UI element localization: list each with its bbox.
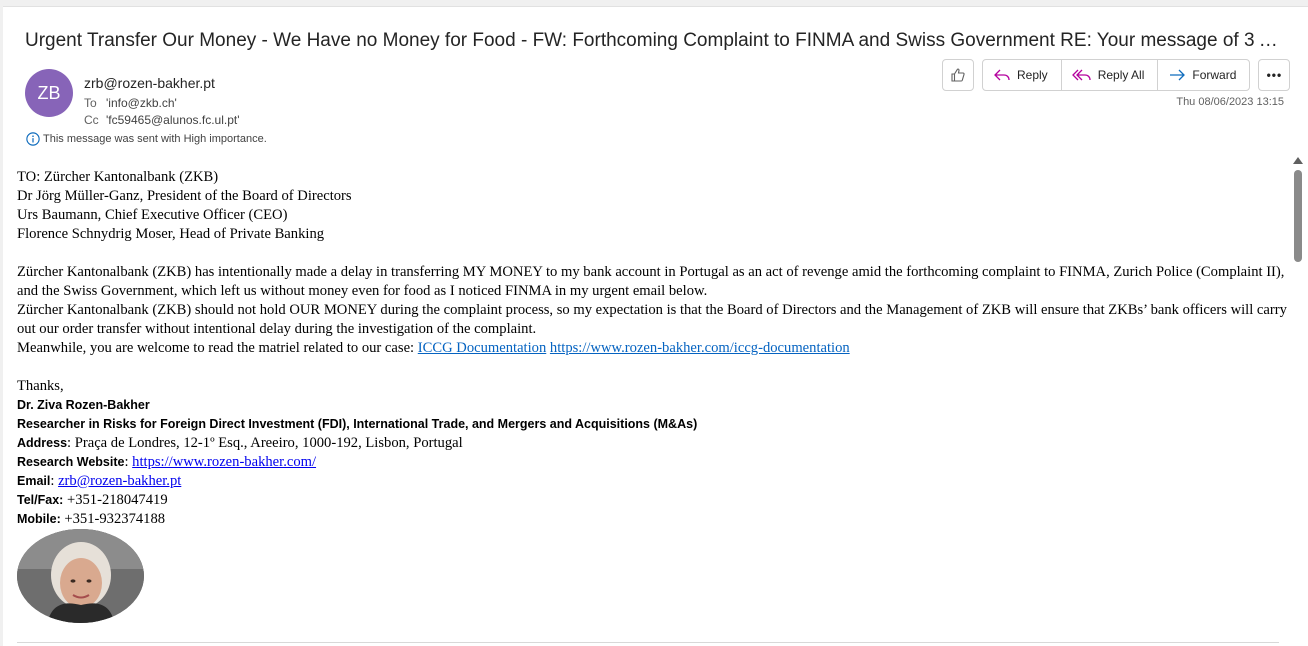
more-actions-button[interactable]: ••• [1258,59,1291,91]
left-edge [0,6,3,646]
sig-mobile-label: Mobile: [17,512,61,526]
body-paragraph: Zürcher Kantonalbank (ZKB) should not ho… [17,302,1287,337]
body-to-line: TO: Zürcher Kantonalbank (ZKB) [17,169,219,185]
sig-tel-label: Tel/Fax: [17,493,64,507]
email-subject: Urgent Transfer Our Money - We Have no M… [25,30,1285,51]
forward-button[interactable]: Forward [1158,60,1249,90]
sig-thanks: Thanks, [17,378,64,394]
message-body: TO: Zürcher Kantonalbank (ZKB) Dr Jörg M… [17,168,1287,529]
avatar[interactable]: ZB [25,69,73,117]
body-paragraph: Meanwhile, you are welcome to read the m… [17,339,1287,358]
reply-icon [994,69,1010,81]
forward-icon [1170,69,1186,81]
sig-email-label: Email [17,474,51,488]
reply-button-group: Reply Reply All Forward [982,59,1251,91]
body-text: Meanwhile, you are welcome to read the m… [17,340,418,356]
scroll-up-arrow-icon[interactable] [1293,157,1303,164]
sig-name: Dr. Ziva Rozen-Bakher [17,398,150,412]
iccg-documentation-link[interactable]: ICCG Documentation [418,340,547,356]
body-to-line: Florence Schnydrig Moser, Head of Privat… [17,226,325,242]
sig-tel: +351-218047419 [63,492,168,508]
sender-email[interactable]: zrb@rozen-bakher.pt [84,75,215,91]
like-button[interactable] [942,59,974,91]
message-toolbar: Reply Reply All Forward ••• [942,59,1291,91]
body-paragraph: Zürcher Kantonalbank (ZKB) has intention… [17,264,1285,299]
reply-label: Reply [1017,68,1048,82]
importance-text: This message was sent with High importan… [43,133,267,145]
importance-notice: This message was sent with High importan… [26,132,267,146]
forward-label: Forward [1192,68,1237,82]
cc-label: Cc [84,113,99,127]
divider [17,642,1279,643]
body-to-line: Dr Jörg Müller-Ganz, President of the Bo… [17,188,352,204]
to-recipient[interactable]: 'info@zkb.ch' [106,96,177,110]
message-date: Thu 08/06/2023 13:15 [1176,96,1284,108]
sig-address: : Praça de Londres, 12-1º Esq., Areeiro,… [67,435,463,451]
thumbs-up-icon [951,68,965,82]
reply-all-icon [1071,69,1091,81]
to-row: To 'info@zkb.ch' [84,96,177,110]
signature-photo [17,529,144,623]
to-label: To [84,96,97,110]
cc-recipient[interactable]: 'fc59465@alunos.fc.ul.pt' [106,113,240,127]
sig-website-link[interactable]: https://www.rozen-bakher.com/ [132,454,316,470]
reply-all-button[interactable]: Reply All [1062,60,1159,90]
reply-button[interactable]: Reply [983,60,1062,90]
iccg-url-link[interactable]: https://www.rozen-bakher.com/iccg-docume… [550,340,850,356]
info-icon [26,132,40,146]
reply-all-label: Reply All [1097,68,1145,82]
sig-address-label: Address [17,436,68,450]
sig-title: Researcher in Risks for Foreign Direct I… [17,417,698,431]
top-bar [0,0,1308,7]
body-to-line: Urs Baumann, Chief Executive Officer (CE… [17,207,288,223]
sig-mobile: +351-932374188 [60,511,166,527]
cc-row: Cc 'fc59465@alunos.fc.ul.pt' [84,113,240,127]
sig-website-label: Research Website [17,455,125,469]
signature: Thanks, Dr. Ziva Rozen-Bakher Researcher… [17,377,1287,529]
scrollbar-thumb[interactable] [1294,170,1302,262]
sig-email-link[interactable]: zrb@rozen-bakher.pt [58,473,181,489]
